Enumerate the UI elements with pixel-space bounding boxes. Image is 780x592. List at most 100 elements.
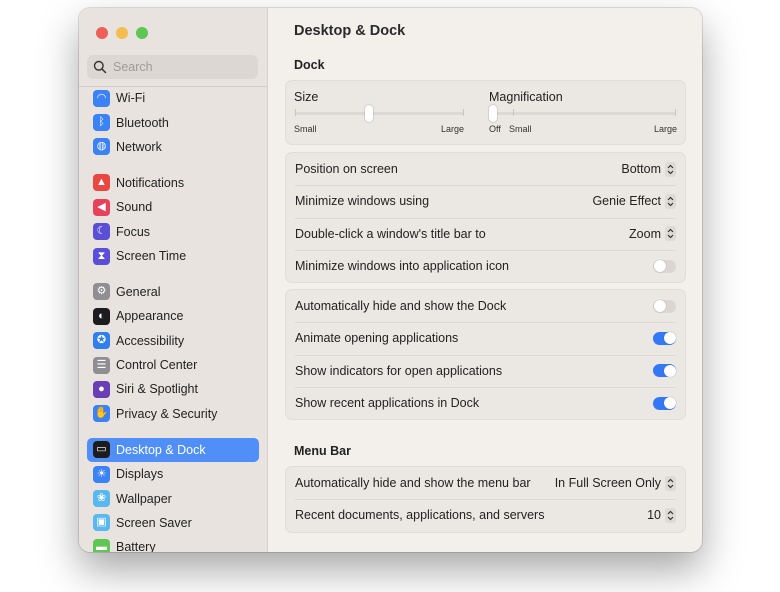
sidebar-item-displays[interactable]: ☀ Displays [87,462,259,486]
size-tick-max [463,109,464,116]
minimize-button[interactable] [116,27,128,39]
setting-row-minimize-windows-into-application-icon: Minimize windows into application icon [286,249,685,282]
dock-settings-group: Position on screen Bottom Minimize windows… [285,152,686,284]
popup-button[interactable]: In Full Screen Only [555,475,676,491]
size-min-label: Small [294,124,317,134]
window-controls [96,27,148,39]
zoom-button[interactable] [136,27,148,39]
sidebar-item-wi-fi[interactable]: ◠ Wi-Fi [87,86,259,110]
bell-icon: ▲ [93,174,110,192]
popup-value: Zoom [629,226,661,241]
sidebar-item-control-center[interactable]: ☰ Control Center [87,353,259,377]
setting-label: Recent documents, applications, and serv… [295,508,545,523]
siri-icon: ● [93,380,110,398]
sidebar-item-desktop-dock[interactable]: ▭ Desktop & Dock [87,437,259,462]
sidebar-item-appearance[interactable]: ◐ Appearance [87,304,259,328]
chevron-up-down-icon [665,193,676,209]
setting-row-show-recent-applications-in-dock: Show recent applications in Dock [286,386,685,419]
sidebar-item-notifications[interactable]: ▲ Notifications [87,171,259,195]
toggle-knob [663,397,676,410]
sidebar-item-label: Control Center [116,358,198,373]
sidebar-item-label: Displays [116,467,164,482]
dock-icon: ▭ [93,441,110,459]
sidebar-item-label: Appearance [116,309,184,324]
size-slider-track[interactable] [295,112,464,115]
page-title: Desktop & Dock [294,23,406,39]
sidebar-item-label: Screen Saver [116,515,192,530]
popup-button[interactable]: 10 [647,507,676,523]
hand-icon: ✋ [93,405,110,423]
toggle-switch[interactable] [653,259,676,273]
setting-label: Minimize windows into application icon [295,259,509,274]
magnification-tick-small [513,109,514,116]
sidebar-item-label: General [116,284,161,299]
moon-icon: ☾ [93,223,110,241]
popup-button[interactable]: Zoom [629,226,676,242]
search-field[interactable] [87,55,258,79]
popup-button[interactable]: Genie Effect [592,193,676,209]
search-input[interactable] [111,59,255,75]
sidebar-item-battery[interactable]: ▬ Battery [87,535,259,552]
popup-value: 10 [647,508,661,523]
setting-label: Position on screen [295,162,398,177]
magnification-slider-block: Magnification Off Small Large [481,81,685,144]
popup-button[interactable]: Bottom [621,161,676,177]
setting-label: Show indicators for open applications [295,363,503,378]
toggle-switch[interactable] [653,396,676,410]
sidebar-item-label: Wallpaper [116,491,172,506]
close-button[interactable] [96,27,108,39]
search-icon [93,60,107,74]
setting-row-minimize-windows-using: Minimize windows using Genie Effect [286,185,685,217]
sidebar-item-label: Privacy & Security [116,406,218,421]
gear-icon: ⚙ [93,283,110,301]
bluetooth-icon: ᛒ [93,114,110,132]
sidebar-item-privacy-security[interactable]: ✋ Privacy & Security [87,402,259,426]
system-settings-window: ◠ Wi-Fi ᛒ Bluetooth ◍ Network ▲ Notifications ◀ S… [79,8,702,552]
sidebar-item-label: Notifications [116,175,185,190]
setting-label: Animate opening applications [295,331,459,346]
setting-row-automatically-hide-and-show-the-menu-bar: Automatically hide and show the menu bar… [286,467,685,499]
setting-row-position-on-screen: Position on screen Bottom [286,153,685,185]
accessibility-icon: ✪ [93,332,110,350]
flower-icon: ❀ [93,490,110,508]
toggle-switch[interactable] [653,299,676,313]
sidebar-item-sound[interactable]: ◀ Sound [87,195,259,219]
sidebar: ◠ Wi-Fi ᛒ Bluetooth ◍ Network ▲ Notifications ◀ S… [79,8,268,552]
wifi-icon: ◠ [93,89,110,107]
sidebar-item-bluetooth[interactable]: ᛒ Bluetooth [87,110,259,134]
sidebar-item-focus[interactable]: ☾ Focus [87,219,259,243]
magnification-min-label: Small [509,124,532,134]
sidebar-item-general[interactable]: ⚙ General [87,280,259,304]
speaker-icon: ◀ [93,198,110,216]
sun-icon: ☀ [93,465,110,483]
magnification-label: Magnification [489,90,563,104]
sidebar-item-screen-saver[interactable]: ▣ Screen Saver [87,511,259,535]
toggle-switch[interactable] [653,364,676,378]
toggle-knob [663,332,676,345]
sidebar-item-label: Wi-Fi [116,91,146,106]
toggle-switch[interactable] [653,331,676,345]
size-max-label: Large [440,124,464,134]
sidebar-item-label: Focus [116,224,151,239]
sidebar-item-network[interactable]: ◍ Network [87,135,259,159]
size-label: Size [294,90,319,104]
toggle-knob [653,260,666,273]
sidebar-item-accessibility[interactable]: ✪ Accessibility [87,329,259,353]
sidebar-item-wallpaper[interactable]: ❀ Wallpaper [87,486,259,510]
sidebar-item-label: Bluetooth [116,115,169,130]
size-slider-thumb[interactable] [365,105,374,122]
section-title-dock: Dock [294,58,325,72]
sidebar-item-label: Accessibility [116,333,185,348]
magnification-slider-track[interactable] [490,112,676,115]
sidebar-item-screen-time[interactable]: ⧗ Screen Time [87,244,259,268]
sidebar-item-label: Screen Time [116,249,187,264]
magnification-slider-thumb[interactable] [489,105,497,122]
sidebar-item-siri-spotlight[interactable]: ● Siri & Spotlight [87,377,259,401]
toggle-knob [653,300,666,313]
magnification-off-label: Off [489,124,501,134]
sidebar-list: ◠ Wi-Fi ᛒ Bluetooth ◍ Network ▲ Notifications ◀ S… [87,86,259,552]
setting-label: Show recent applications in Dock [295,396,480,411]
chevron-up-down-icon [665,161,676,177]
hourglass-icon: ⧗ [93,247,110,265]
setting-label: Automatically hide and show the Dock [295,299,507,314]
